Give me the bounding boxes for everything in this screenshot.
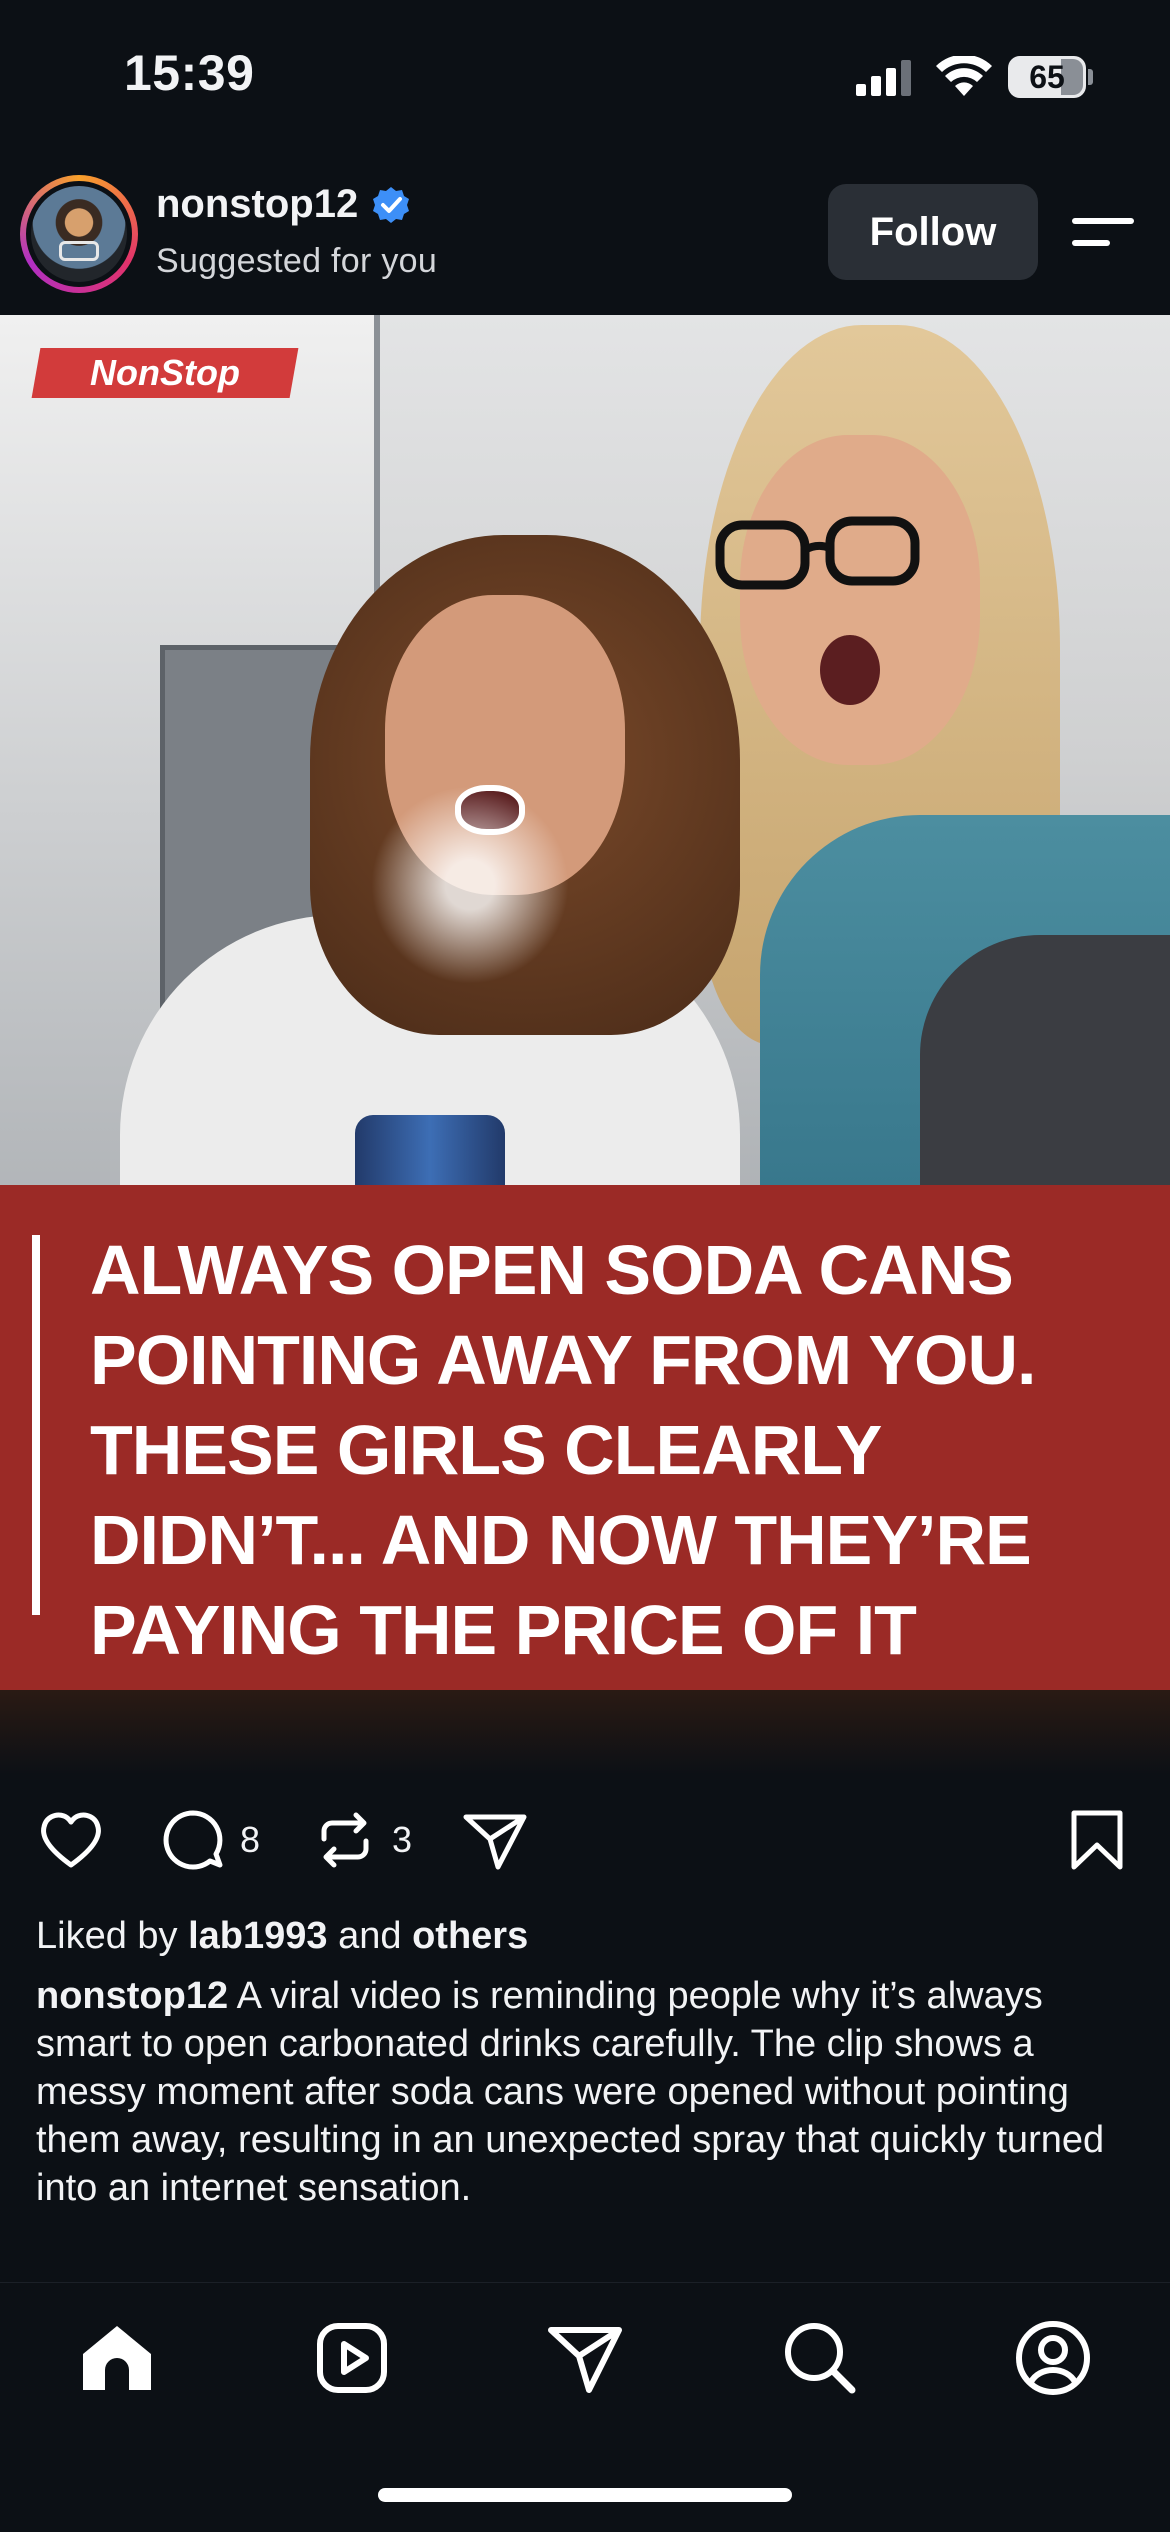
battery-level: 65 <box>1029 58 1065 95</box>
post-actions: 8 3 <box>0 1775 1170 1895</box>
home-indicator[interactable] <box>378 2488 792 2502</box>
search-icon[interactable] <box>780 2318 860 2398</box>
share-button[interactable] <box>460 1805 530 1875</box>
comment-count: 8 <box>240 1819 261 1860</box>
brand-tag: NonStop <box>31 348 299 398</box>
bookmark-icon <box>1071 1810 1123 1870</box>
image-caption-box: ALWAYS OPEN SODA CANS POINTING AWAY FROM… <box>0 1185 1170 1690</box>
repost-count: 3 <box>392 1819 413 1860</box>
heart-icon <box>41 1812 101 1868</box>
repost-button[interactable]: 3 <box>310 1805 412 1875</box>
home-icon[interactable] <box>77 2318 157 2398</box>
comment-icon <box>163 1810 223 1870</box>
likes-middle: and <box>327 1915 413 1957</box>
avatar[interactable] <box>20 175 138 293</box>
save-button[interactable] <box>1062 1805 1132 1875</box>
caption-accent-bar <box>32 1235 40 1615</box>
battery-cap <box>1088 69 1093 85</box>
post-description: nonstop12 A viral video is reminding peo… <box>36 1972 1146 2212</box>
likes-others[interactable]: others <box>412 1915 528 1957</box>
comment-button[interactable]: 8 <box>158 1805 260 1875</box>
photo-bottom-strip <box>0 1690 1170 1775</box>
verified-badge-icon <box>373 186 410 223</box>
follow-button[interactable]: Follow <box>828 184 1038 280</box>
cellular-signal-icon <box>856 60 911 96</box>
username[interactable]: nonstop12 <box>156 182 358 227</box>
reels-icon[interactable] <box>312 2318 392 2398</box>
menu-icon[interactable] <box>1072 212 1134 252</box>
status-bar: 15:39 65 <box>0 0 1170 160</box>
brand-tag-label: NonStop <box>90 352 240 393</box>
avatar-image <box>26 181 132 287</box>
post-header: nonstop12 Suggested for you Follow <box>0 160 1170 315</box>
post-image[interactable]: NonStop ALWAYS OPEN SODA CANS POINTING A… <box>0 315 1170 1775</box>
suggested-label: Suggested for you <box>156 242 438 280</box>
image-caption-text: ALWAYS OPEN SODA CANS POINTING AWAY FROM… <box>90 1231 1036 1669</box>
profile-icon[interactable] <box>1013 2318 1093 2398</box>
right-woman-mouth <box>820 635 880 705</box>
likes-user[interactable]: lab1993 <box>188 1915 327 1957</box>
repost-icon <box>321 1812 369 1868</box>
direct-message-icon[interactable] <box>545 2318 625 2398</box>
glasses-shape <box>715 516 920 590</box>
likes-line[interactable]: Liked by lab1993 and others <box>36 1915 528 1958</box>
description-author[interactable]: nonstop12 <box>36 1975 228 2017</box>
like-button[interactable] <box>36 1805 106 1875</box>
battery-icon: 65 <box>1008 56 1086 98</box>
status-time: 15:39 <box>124 45 255 101</box>
right-woman-face <box>740 435 980 765</box>
paper-plane-icon <box>463 1814 527 1870</box>
wifi-icon <box>936 56 992 96</box>
likes-prefix: Liked by <box>36 1915 189 1957</box>
soda-splash <box>370 755 570 1015</box>
username-row[interactable]: nonstop12 <box>156 182 410 227</box>
